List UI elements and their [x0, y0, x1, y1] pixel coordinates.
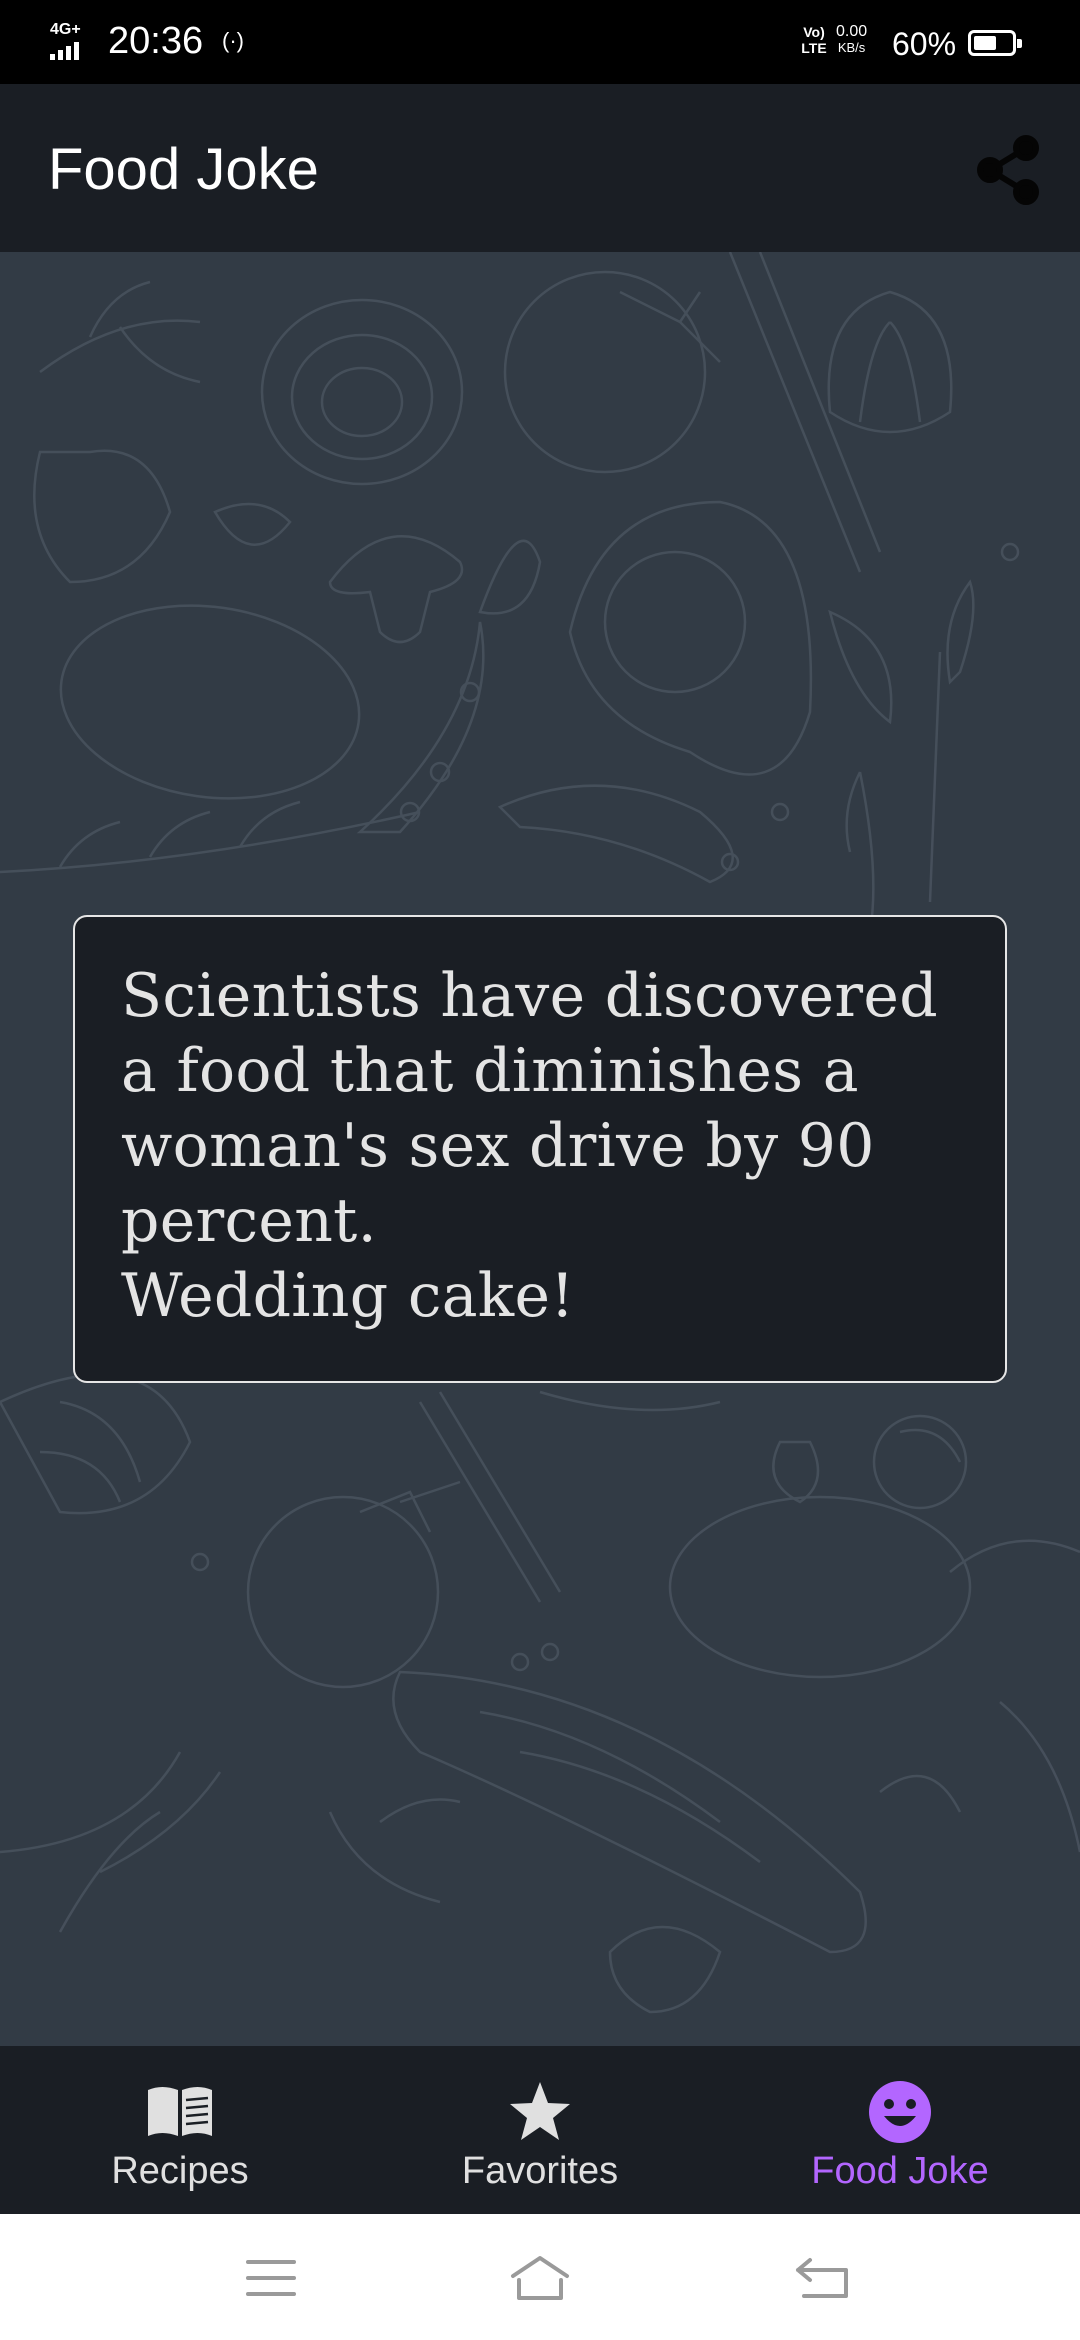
- system-navigation-bar: [0, 2214, 1080, 2340]
- nav-label-recipes: Recipes: [111, 2150, 249, 2192]
- joke-card: Scientists have discovered a food that d…: [73, 915, 1007, 1383]
- back-icon[interactable]: [788, 2250, 858, 2306]
- star-icon: [510, 2082, 570, 2140]
- book-icon: [148, 2087, 212, 2136]
- status-bar: 4G+ 20:36 (·) Vo) LTE 0.00 KB/s 60%: [0, 0, 1080, 84]
- menu-icon[interactable]: [236, 2250, 306, 2306]
- battery-percent: 60%: [892, 26, 957, 62]
- nav-item-food-joke[interactable]: Food Joke: [720, 2046, 1080, 2214]
- joke-screen: Scientists have discovered a food that d…: [0, 252, 1080, 2046]
- volte-icon: Vo) LTE: [801, 24, 827, 56]
- battery-icon: [968, 30, 1022, 56]
- status-time: 20:36: [108, 20, 204, 62]
- signal-icon: 4G+: [50, 22, 100, 62]
- nav-item-favorites[interactable]: Favorites: [360, 2046, 720, 2214]
- network-speed: 0.00 KB/s: [836, 24, 867, 56]
- nav-item-recipes[interactable]: Recipes: [0, 2046, 360, 2214]
- nav-label-food-joke: Food Joke: [811, 2150, 989, 2192]
- network-type: 4G+: [50, 21, 81, 38]
- nav-label-favorites: Favorites: [461, 2150, 619, 2192]
- joke-text: Scientists have discovered a food that d…: [121, 961, 938, 1331]
- app-bar: Food Joke: [0, 84, 1080, 252]
- smiley-icon: [869, 2081, 931, 2143]
- home-icon[interactable]: [505, 2250, 575, 2306]
- share-icon[interactable]: [968, 130, 1048, 210]
- page-title: Food Joke: [48, 137, 319, 202]
- speed-value: 0.00: [836, 23, 868, 40]
- bottom-navigation: Recipes Favorites Food Joke: [0, 2046, 1080, 2214]
- hotspot-icon: (·): [222, 28, 244, 53]
- speed-unit: KB/s: [837, 40, 866, 55]
